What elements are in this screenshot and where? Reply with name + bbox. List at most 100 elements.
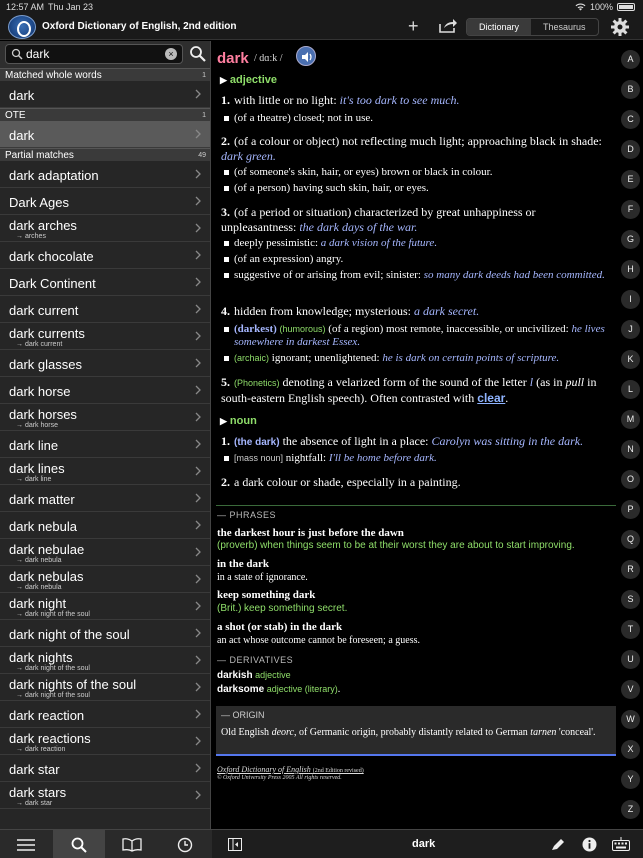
list-item[interactable]: dark line [0, 431, 210, 458]
triangle-icon: ▶ [220, 75, 227, 85]
alphabet-letter[interactable]: L [621, 380, 640, 399]
noun-sense-1: 1. (the dark) the absence of light in a p… [221, 434, 584, 448]
alphabet-letter[interactable]: O [621, 470, 640, 489]
bookmarks-button[interactable] [106, 830, 158, 858]
alphabet-letter[interactable]: J [621, 320, 640, 339]
list-item[interactable]: dark stars → dark star [0, 782, 210, 809]
chevron-right-icon [195, 655, 201, 665]
history-button[interactable] [159, 830, 211, 858]
section-title: OTE [5, 110, 26, 121]
list-item[interactable]: dark adaptation [0, 161, 210, 188]
chevron-right-icon [195, 763, 201, 773]
phrase-head: in the dark [217, 558, 269, 570]
list-item[interactable]: dark matter [0, 485, 210, 512]
alphabet-letter[interactable]: M [621, 410, 640, 429]
list-item[interactable]: dark night of the soul [0, 620, 210, 647]
alphabet-letter[interactable]: C [621, 110, 640, 129]
origin-text: Old English deorc, of Germanic origin, p… [221, 727, 596, 738]
dictionary-thesaurus-toggle: Dictionary Thesaurus [466, 18, 599, 36]
alphabet-letter[interactable]: D [621, 140, 640, 159]
item-word: dark stars [9, 785, 67, 800]
clear-search-icon[interactable]: × [165, 48, 177, 60]
item-word: dark nights of the soul [9, 677, 137, 692]
section-header: Matched whole words 1 [0, 68, 210, 81]
list-item[interactable]: dark reaction [0, 701, 210, 728]
add-icon[interactable]: + [408, 16, 419, 36]
search-input[interactable] [26, 46, 161, 62]
alphabet-letter[interactable]: A [621, 50, 640, 69]
alphabet-letter[interactable]: W [621, 710, 640, 729]
chevron-right-icon [195, 129, 201, 139]
list-item[interactable]: dark reactions → dark reaction [0, 728, 210, 755]
tab-thesaurus[interactable]: Thesaurus [531, 19, 598, 35]
footer-title[interactable]: Oxford Dictionary of English (2nd Editio… [217, 765, 364, 774]
derivative: darksome adjective (literary). [217, 684, 341, 695]
list-item[interactable]: dark lines → dark line [0, 458, 210, 485]
item-crossref: → dark reaction [16, 746, 66, 753]
list-item[interactable]: dark star [0, 755, 210, 782]
item-crossref: → dark star [16, 800, 53, 807]
phrase-def: (proverb) when things seem to be at thei… [217, 540, 575, 551]
list-item[interactable]: dark [0, 81, 210, 108]
list-item[interactable]: dark chocolate [0, 242, 210, 269]
list-button[interactable] [0, 830, 52, 858]
sidebar-toolbar [0, 829, 212, 858]
alphabet-letter[interactable]: F [621, 200, 640, 219]
item-crossref: → dark nebula [16, 557, 62, 564]
list-item[interactable]: dark nebulas → dark nebula [0, 566, 210, 593]
list-item[interactable]: dark current [0, 296, 210, 323]
alphabet-letter[interactable]: N [621, 440, 640, 459]
list-item[interactable]: dark night → dark night of the soul [0, 593, 210, 620]
alphabet-letter[interactable]: H [621, 260, 640, 279]
alphabet-letter[interactable]: T [621, 620, 640, 639]
alphabet-letter[interactable]: V [621, 680, 640, 699]
alphabet-letter[interactable]: Q [621, 530, 640, 549]
alphabet-letter[interactable]: I [621, 290, 640, 309]
list-item[interactable]: dark arches → arches [0, 215, 210, 242]
list-item[interactable]: dark horse [0, 377, 210, 404]
alphabet-letter[interactable]: X [621, 740, 640, 759]
item-word: dark horses [9, 407, 77, 422]
alphabet-letter[interactable]: E [621, 170, 640, 189]
alphabet-letter[interactable]: K [621, 350, 640, 369]
alphabet-letter[interactable]: R [621, 560, 640, 579]
speaker-icon[interactable] [296, 46, 316, 66]
list-item[interactable]: dark horses → dark horse [0, 404, 210, 431]
search-button-icon[interactable] [189, 45, 207, 63]
list-item[interactable]: dark glasses [0, 350, 210, 377]
pos-adjective[interactable]: ▶ adjective [220, 74, 277, 86]
pronunciation: / dɑːk / [254, 53, 283, 64]
alphabet-letter[interactable]: Y [621, 770, 640, 789]
item-word: dark reactions [9, 731, 91, 746]
alphabet-letter[interactable]: U [621, 650, 640, 669]
list-item[interactable]: dark [0, 121, 210, 148]
list-item[interactable]: Dark Continent [0, 269, 210, 296]
share-icon[interactable] [438, 18, 458, 34]
alphabet-letter[interactable]: Z [621, 800, 640, 819]
clear-link[interactable]: clear [477, 391, 505, 405]
sidebar: × Matched whole words1 dark OTE1 dark Partia… [0, 41, 211, 829]
list-item[interactable]: Dark Ages [0, 188, 210, 215]
keyboard-icon[interactable] [612, 837, 630, 851]
alphabet-letter[interactable]: G [621, 230, 640, 249]
chevron-right-icon [195, 89, 201, 99]
item-word: dark currents [9, 326, 85, 341]
chevron-right-icon [195, 250, 201, 260]
search-tab-button[interactable] [53, 830, 105, 858]
list-item[interactable]: dark nights of the soul → dark night of t… [0, 674, 210, 701]
alphabet-letter[interactable]: B [621, 80, 640, 99]
list-item[interactable]: dark currents → dark current [0, 323, 210, 350]
list-item[interactable]: dark nebulae → dark nebula [0, 539, 210, 566]
gear-icon[interactable] [610, 17, 630, 37]
edit-note-icon[interactable] [551, 838, 565, 851]
sidebar-toggle-icon[interactable] [228, 838, 242, 851]
alphabet-letter[interactable]: S [621, 590, 640, 609]
list-item[interactable]: dark nebula [0, 512, 210, 539]
item-word: dark [9, 128, 35, 143]
list-item[interactable]: dark nights → dark night of the soul [0, 647, 210, 674]
alphabet-letter[interactable]: P [621, 500, 640, 519]
tab-dictionary[interactable]: Dictionary [467, 19, 532, 35]
chevron-right-icon [195, 790, 201, 800]
pos-noun[interactable]: ▶ noun [220, 415, 257, 427]
info-icon[interactable] [582, 837, 597, 852]
